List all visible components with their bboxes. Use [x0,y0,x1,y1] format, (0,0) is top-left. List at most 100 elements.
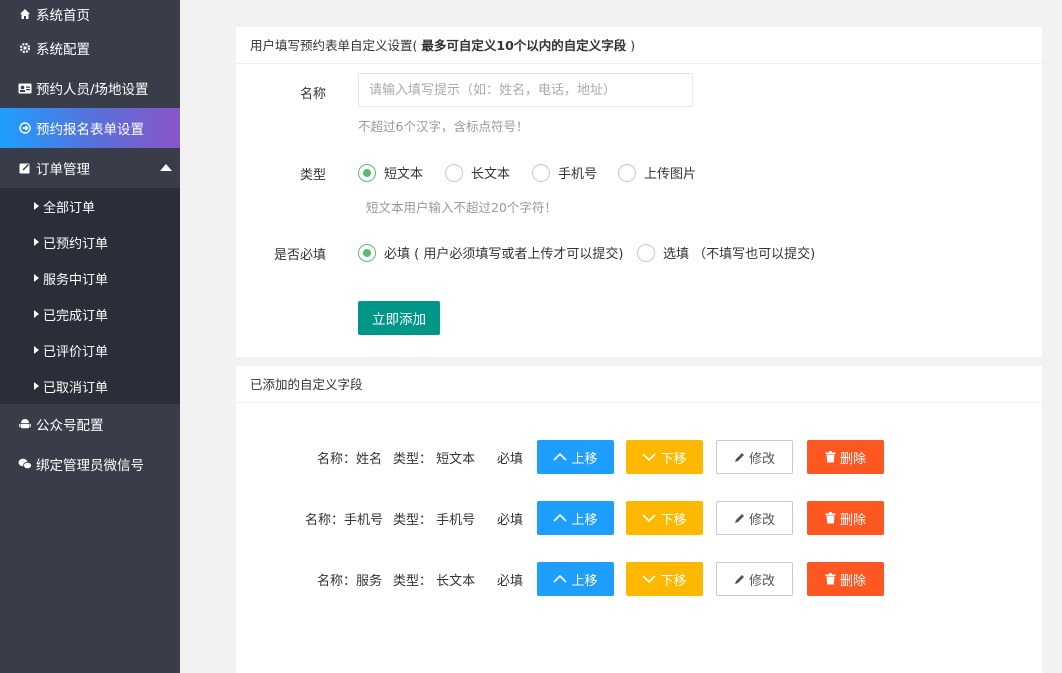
type-label: 类型 [299,168,326,183]
caret-right-icon [34,274,39,282]
caret-right-icon [34,310,39,318]
add-now-button[interactable]: 立即添加 [358,301,440,335]
subnav-item-label: 全部订单 [43,200,96,216]
sidebar-item-bind-wechat[interactable]: 绑定管理员微信号 [0,444,180,484]
sidebar-item-label: 系统配置 [36,42,90,58]
radio-circle [358,243,376,262]
subnav-item-label: 已预约订单 [43,236,109,252]
custom-field-form-card: 用户填写预约表单自定义设置( 最多可自定义10个以内的自定义字段 ) 名称 不超… [236,27,1042,357]
sidebar-item-label: 预约报名表单设置 [36,122,144,138]
move-down-button[interactable]: 下移 [626,501,703,535]
sidebar-item-label: 系统首页 [36,8,90,24]
required-radio-required[interactable]: 必填 ( 用户必须填写或者上传才可以提交) [358,243,623,262]
name-hint: 不超过6个汉字，含标点符号！ [358,119,529,134]
subnav-item-label: 已评价订单 [43,344,109,360]
caret-up-icon [160,164,172,171]
sidebar-item-label: 绑定管理员微信号 [36,458,144,474]
field-name: 名称：手机号 [305,513,384,528]
android-icon [18,417,32,431]
field-required: 必填 [497,452,524,467]
delete-button[interactable]: 删除 [807,440,884,474]
home-icon [18,7,32,21]
field-name: 名称：服务 [317,574,383,589]
type-radio-short-text[interactable]: 短文本 [358,163,423,182]
chevron-down-icon [642,574,657,584]
subnav-item-in-service-orders[interactable]: 服务中订单 [0,260,180,296]
chevron-up-icon [553,574,568,584]
wechat-icon [18,457,32,471]
subnav-item-label: 已取消订单 [43,380,109,396]
chevron-up-icon [553,513,568,523]
subnav-item-completed-orders[interactable]: 已完成订单 [0,296,180,332]
move-down-button[interactable]: 下移 [626,562,703,596]
subnav-item-booked-orders[interactable]: 已预约订单 [0,224,180,260]
edit-button[interactable]: 修改 [716,562,793,596]
edit-button[interactable]: 修改 [716,501,793,535]
added-fields-card: 已添加的自定义字段 名称：姓名 类型： 短文本 必填 上移 下移 修改 删除 名… [236,366,1042,673]
name-label: 名称 [299,87,326,102]
field-required: 必填 [497,513,524,528]
delete-button[interactable]: 删除 [807,562,884,596]
trash-icon [825,451,836,463]
radio-label: 手机号 [558,167,598,182]
name-input[interactable] [358,73,693,107]
subnav-item-all-orders[interactable]: 全部订单 [0,188,180,224]
chevron-down-icon [642,452,657,462]
field-type: 类型： 长文本 [393,574,476,589]
subnav-item-label: 已完成订单 [43,308,109,324]
radio-label: 长文本 [471,167,511,182]
order-subnav: 全部订单 已预约订单 服务中订单 已完成订单 已评价订单 已取消订单 [0,188,180,404]
sidebar-item-label: 预约人员/场地设置 [36,82,149,98]
gear-icon [18,41,32,55]
radio-label: 短文本 [384,167,424,182]
form-card-title: 用户填写预约表单自定义设置( 最多可自定义10个以内的自定义字段 ) [236,27,1042,64]
sidebar-item-label: 订单管理 [36,162,90,178]
move-down-button[interactable]: 下移 [626,440,703,474]
type-radio-phone[interactable]: 手机号 [532,163,597,182]
field-type: 类型： 手机号 [393,513,476,528]
radio-label: 选填 （不填写也可以提交) [663,247,816,262]
id-card-icon [18,81,32,95]
subnav-item-label: 服务中订单 [43,272,109,288]
caret-right-icon [34,382,39,390]
edit-icon [18,161,32,175]
radio-circle [358,163,376,182]
delete-button[interactable]: 删除 [807,501,884,535]
move-up-button[interactable]: 上移 [537,440,614,474]
field-name: 名称：姓名 [317,452,383,467]
sidebar-item-label: 公众号配置 [36,418,104,434]
chevron-up-icon [553,452,568,462]
sidebar-item-system-config[interactable]: 系统配置 [0,28,180,68]
trash-icon [825,573,836,585]
trash-icon [825,512,836,524]
required-radio-optional[interactable]: 选填 （不填写也可以提交) [637,243,815,262]
sidebar-item-official-account[interactable]: 公众号配置 [0,404,180,444]
radio-circle [637,243,655,262]
edit-button[interactable]: 修改 [716,440,793,474]
circle-arrow-icon [18,121,32,135]
radio-label: 上传图片 [644,167,697,182]
list-card-title: 已添加的自定义字段 [236,366,1042,403]
caret-right-icon [34,238,39,246]
subnav-item-reviewed-orders[interactable]: 已评价订单 [0,332,180,368]
subnav-item-cancelled-orders[interactable]: 已取消订单 [0,368,180,404]
caret-right-icon [34,202,39,210]
sidebar-item-form-settings[interactable]: 预约报名表单设置 [0,108,180,148]
pencil-icon [734,452,745,463]
field-type: 类型： 短文本 [393,452,476,467]
pencil-icon [734,513,745,524]
sidebar-item-home[interactable]: 系统首页 [0,0,180,28]
sidebar-item-order-management[interactable]: 订单管理 [0,148,180,188]
sidebar-item-staff-venue[interactable]: 预约人员/场地设置 [0,68,180,108]
field-row: 名称：姓名 类型： 短文本 必填 上移 下移 修改 删除 [236,440,1042,474]
pencil-icon [734,574,745,585]
type-radio-upload-image[interactable]: 上传图片 [618,163,696,182]
field-row: 名称：手机号 类型： 手机号 必填 上移 下移 修改 删除 [236,501,1042,535]
move-up-button[interactable]: 上移 [537,562,614,596]
radio-circle [445,163,463,182]
type-radio-long-text[interactable]: 长文本 [445,163,510,182]
radio-label: 必填 ( 用户必须填写或者上传才可以提交) [384,247,624,262]
move-up-button[interactable]: 上移 [537,501,614,535]
field-required: 必填 [497,574,524,589]
radio-circle [618,163,636,182]
